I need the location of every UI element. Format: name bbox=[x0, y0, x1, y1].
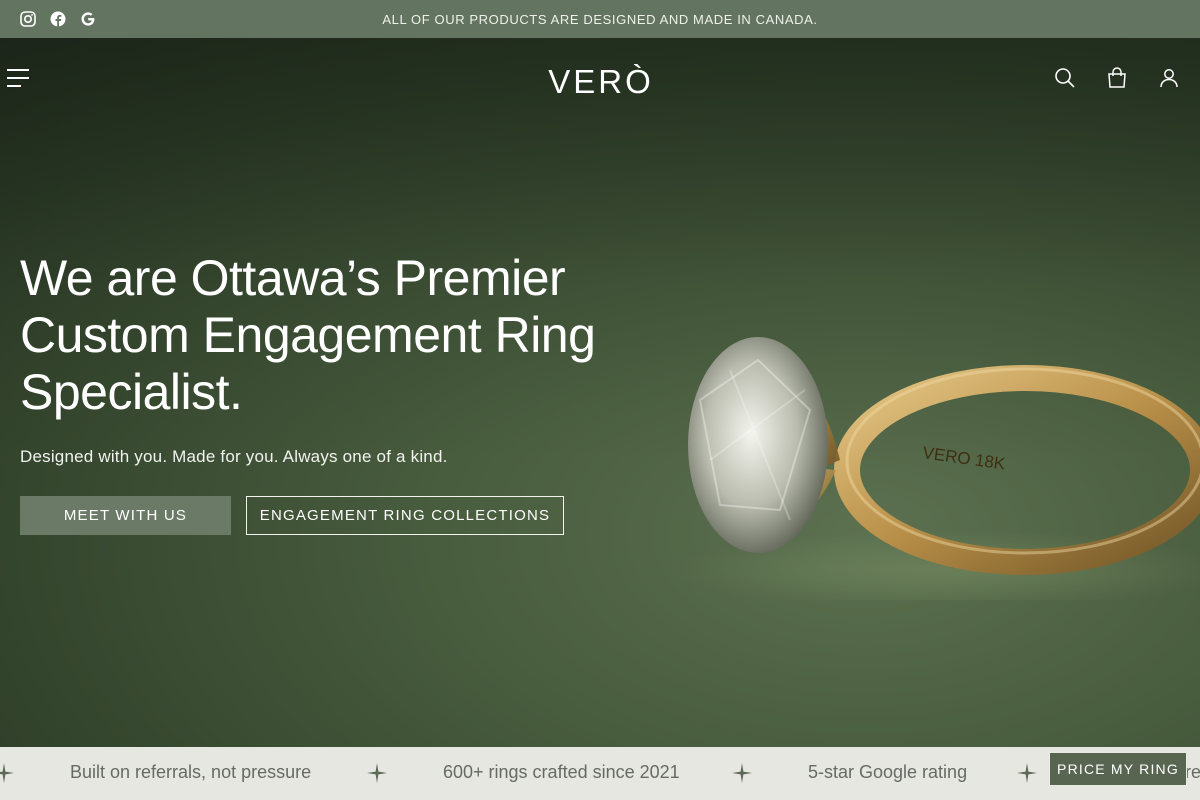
announcement-bar: ALL OF OUR PRODUCTS ARE DESIGNED AND MAD… bbox=[0, 0, 1200, 38]
menu-icon[interactable] bbox=[6, 68, 30, 88]
google-icon[interactable] bbox=[80, 11, 96, 27]
announcement-text: ALL OF OUR PRODUCTS ARE DESIGNED AND MAD… bbox=[382, 11, 818, 27]
ticker-item: 600+ rings crafted since 2021 bbox=[443, 762, 680, 782]
ticker-item: 5-star Google rating bbox=[808, 762, 968, 782]
hero-headline: We are Ottawa’s Premier Custom Engagemen… bbox=[20, 250, 596, 420]
sparkle-icon bbox=[367, 763, 387, 783]
sparkle-icon bbox=[732, 763, 752, 783]
hero-subheadline: Designed with you. Made for you. Always … bbox=[20, 447, 448, 466]
price-my-ring-button[interactable]: PRICE MY RING bbox=[1049, 752, 1187, 786]
engagement-ring-image: VERO 18K bbox=[670, 337, 1200, 600]
facebook-icon[interactable] bbox=[50, 11, 66, 27]
social-links bbox=[20, 0, 96, 38]
sparkle-icon bbox=[1017, 763, 1037, 783]
sparkle-icon bbox=[0, 763, 14, 783]
ticker-item: Built on referrals, not pressure bbox=[70, 762, 312, 782]
cart-icon[interactable] bbox=[1106, 67, 1128, 89]
trust-ticker: Built on referrals, not pressure 600+ ri… bbox=[0, 747, 1200, 800]
instagram-icon[interactable] bbox=[20, 11, 36, 27]
search-icon[interactable] bbox=[1054, 67, 1076, 89]
logo-text: VERÒ bbox=[548, 63, 654, 98]
site-header: VERÒ bbox=[0, 38, 1200, 118]
site-logo[interactable]: VERÒ bbox=[526, 58, 676, 98]
meet-with-us-button[interactable]: MEET WITH US bbox=[20, 496, 231, 535]
engagement-ring-collections-button[interactable]: ENGAGEMENT RING COLLECTIONS bbox=[246, 496, 564, 535]
ring-engraving: VERO 18K bbox=[921, 443, 1007, 473]
account-icon[interactable] bbox=[1158, 67, 1180, 89]
